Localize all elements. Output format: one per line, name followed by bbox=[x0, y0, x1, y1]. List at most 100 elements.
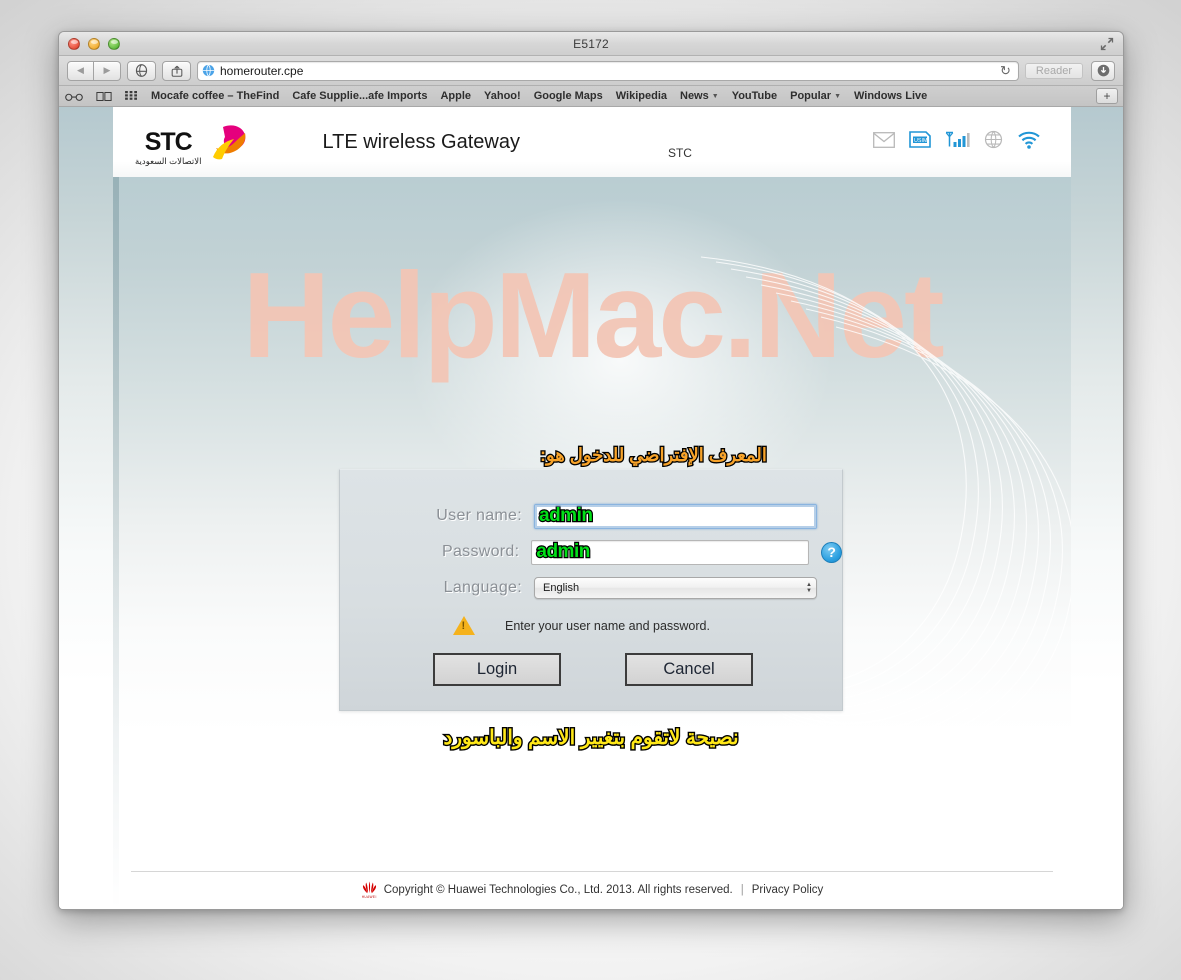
bookmark-label: Cafe Supplie...afe Imports bbox=[292, 90, 428, 102]
hint-row: Enter your user name and password. bbox=[340, 616, 842, 635]
hint-text: Enter your user name and password. bbox=[505, 618, 710, 633]
address-bar[interactable]: homerouter.cpe ↻ bbox=[197, 60, 1019, 81]
username-row: User name: admin bbox=[340, 498, 842, 534]
page-footer: HUAWEI Copyright © Huawei Technologies C… bbox=[113, 871, 1071, 899]
language-value: English bbox=[543, 582, 580, 594]
zoom-button[interactable] bbox=[108, 37, 120, 50]
bookmark-label: Apple bbox=[440, 90, 472, 102]
password-row: Password: admin ? bbox=[340, 534, 842, 570]
language-label: Language: bbox=[443, 579, 522, 596]
bookmark-item[interactable]: YouTube bbox=[732, 90, 777, 102]
fullscreen-icon[interactable] bbox=[1099, 36, 1115, 52]
language-row: Language: English ▲ ▼ bbox=[340, 570, 842, 606]
username-label: User name: bbox=[436, 507, 522, 524]
bookmark-label: Windows Live bbox=[854, 90, 928, 102]
share-icon[interactable] bbox=[162, 60, 191, 81]
url-text: homerouter.cpe bbox=[220, 63, 304, 78]
window-statusbar bbox=[59, 909, 1123, 910]
bookmark-item[interactable]: Windows Live bbox=[854, 90, 927, 102]
password-label: Password: bbox=[441, 543, 520, 560]
forward-button[interactable]: ▶ bbox=[94, 60, 121, 81]
top-sites-icon[interactable] bbox=[125, 90, 138, 102]
button-row: Login Cancel bbox=[340, 653, 842, 686]
bookmark-item[interactable]: Mocafe coffee – TheFind bbox=[151, 90, 279, 102]
annotation-arabic-bottom: نصيحة لاتقوم بتغيير الاسم والباسورد bbox=[442, 726, 740, 751]
nav-buttons: ◀ ▶ bbox=[67, 60, 121, 81]
bookmark-label: News bbox=[680, 90, 709, 102]
window-controls bbox=[68, 37, 120, 50]
stc-ribbon-icon bbox=[213, 125, 246, 160]
bookmark-label: Google Maps bbox=[533, 90, 603, 102]
safari-compass-icon[interactable] bbox=[127, 60, 156, 81]
globe-favicon bbox=[202, 64, 215, 77]
wifi-icon[interactable] bbox=[1017, 131, 1041, 154]
safari-browser-window: E5172 ◀ ▶ homerouter.cpe ↻ Reader Mocafe… bbox=[58, 31, 1124, 910]
bookmark-item[interactable]: News ▼ bbox=[680, 90, 719, 102]
signal-bars-icon[interactable] bbox=[945, 131, 970, 153]
bookmark-item[interactable]: Google Maps bbox=[534, 90, 603, 102]
browser-toolbar: ◀ ▶ homerouter.cpe ↻ Reader bbox=[59, 56, 1123, 86]
footer-divider bbox=[131, 871, 1053, 872]
forward-arrow-icon: ▶ bbox=[103, 65, 111, 75]
page-content: HelpMac.Net STC الاتصالات السعودية LTE w… bbox=[59, 107, 1123, 909]
password-input[interactable]: admin bbox=[531, 539, 810, 565]
bookmark-item[interactable]: Wikipedia bbox=[616, 90, 667, 102]
username-value: admin bbox=[538, 504, 594, 527]
close-button[interactable] bbox=[68, 37, 80, 50]
status-icon-group: USIM bbox=[873, 130, 1041, 154]
footer-separator: | bbox=[740, 884, 744, 896]
huawei-logo-icon: HUAWEI bbox=[361, 881, 378, 899]
page-left-margin bbox=[59, 107, 113, 909]
page-right-margin bbox=[1069, 107, 1123, 909]
stc-logo: STC الاتصالات السعودية bbox=[135, 119, 249, 165]
window-title: E5172 bbox=[573, 36, 609, 51]
bookmark-item[interactable]: Cafe Supplie...afe Imports bbox=[292, 90, 427, 102]
watermark-text: HelpMac.Net bbox=[242, 247, 944, 383]
copyright-text: Copyright © Huawei Technologies Co., Ltd… bbox=[383, 884, 733, 896]
reload-icon[interactable]: ↻ bbox=[1000, 63, 1014, 79]
stc-wordmark: STC الاتصالات السعودية bbox=[135, 127, 201, 166]
reader-button[interactable]: Reader bbox=[1024, 62, 1083, 79]
back-button[interactable]: ◀ bbox=[67, 60, 94, 81]
warning-icon bbox=[453, 616, 475, 635]
svg-text:USIM: USIM bbox=[914, 138, 928, 144]
add-bookmark-button[interactable]: + bbox=[1096, 88, 1118, 104]
annotation-arabic-top: المعرف الإفتراضي للدخول هو: bbox=[539, 444, 768, 467]
bookmark-item[interactable]: Apple bbox=[440, 90, 471, 102]
login-button[interactable]: Login bbox=[433, 653, 561, 686]
bookmarks-bar: Mocafe coffee – TheFind Cafe Supplie...a… bbox=[59, 86, 1123, 107]
password-value: admin bbox=[535, 540, 591, 563]
reading-glasses-icon[interactable] bbox=[65, 91, 83, 102]
huawei-wordmark: HUAWEI bbox=[361, 895, 377, 899]
language-select[interactable]: English ▲ ▼ bbox=[534, 577, 817, 599]
bookmark-label: Wikipedia bbox=[615, 90, 667, 102]
gateway-title: LTE wireless Gateway bbox=[322, 130, 520, 153]
back-arrow-icon: ◀ bbox=[77, 65, 84, 75]
router-header: STC الاتصالات السعودية LTE wireless Gate… bbox=[113, 107, 1071, 177]
globe-icon[interactable] bbox=[984, 130, 1003, 154]
bookmark-item[interactable]: Popular ▼ bbox=[790, 90, 841, 102]
username-input[interactable]: admin bbox=[534, 503, 817, 529]
footer-text-line: HUAWEI Copyright © Huawei Technologies C… bbox=[113, 881, 1071, 899]
bookmark-label: Yahoo! bbox=[484, 90, 521, 102]
mail-icon[interactable] bbox=[873, 131, 895, 153]
body-left-edge bbox=[113, 177, 119, 909]
bookmark-item[interactable]: Yahoo! bbox=[484, 90, 521, 102]
bookmark-label: YouTube bbox=[731, 90, 778, 102]
bookmark-label: Popular bbox=[790, 90, 832, 102]
cancel-button[interactable]: Cancel bbox=[625, 653, 753, 686]
window-titlebar[interactable]: E5172 bbox=[59, 32, 1123, 56]
book-icon[interactable] bbox=[96, 91, 112, 102]
carrier-name: STC bbox=[667, 146, 692, 160]
chevron-down-icon: ▼ bbox=[711, 92, 719, 100]
privacy-policy-link[interactable]: Privacy Policy bbox=[752, 884, 824, 896]
bookmark-label: Mocafe coffee – TheFind bbox=[151, 90, 280, 102]
downloads-button[interactable] bbox=[1091, 60, 1115, 81]
chevron-down-icon: ▼ bbox=[834, 92, 841, 100]
login-form-panel: المعرف الإفتراضي للدخول هو: User name: a… bbox=[339, 444, 843, 711]
usim-icon[interactable]: USIM bbox=[909, 131, 931, 153]
stepper-arrows-icon: ▲ ▼ bbox=[806, 582, 812, 594]
help-icon[interactable]: ? bbox=[821, 541, 842, 563]
minimize-button[interactable] bbox=[88, 37, 100, 50]
stc-latin-text: STC bbox=[144, 127, 193, 156]
